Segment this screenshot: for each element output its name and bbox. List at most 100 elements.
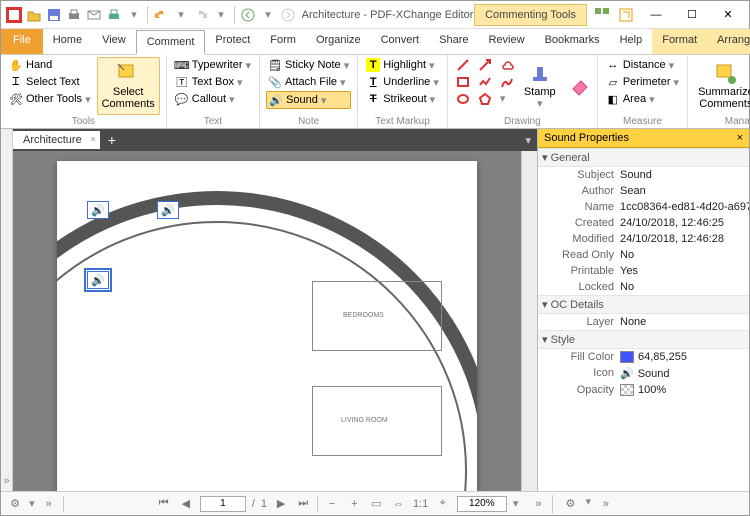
stamp-button[interactable]: Stamp▾ [520,57,560,115]
props-more-icon[interactable]: » [597,495,615,513]
tab-bookmarks[interactable]: Bookmarks [535,29,610,54]
area-button[interactable]: ◧Area ▾ [604,91,681,107]
highlight-button[interactable]: THighlight ▾ [364,57,441,73]
minimize-button[interactable]: — [641,5,671,25]
select-text-button[interactable]: ᏆSelect Text [7,74,93,90]
callout-button[interactable]: 💬Callout ▾ [173,91,253,107]
properties-close-icon[interactable]: × [737,132,743,144]
attach-file-button[interactable]: 📎Attach File ▾ [266,74,351,90]
close-button[interactable]: ✕ [713,5,743,25]
tab-view[interactable]: View [92,29,136,54]
section-style[interactable]: ▾ Style [538,330,749,349]
shape-line-button[interactable] [454,57,472,73]
nav-back-icon[interactable] [239,6,257,24]
prop-name[interactable]: 1cc08364-ed81-4d20-a6970f0520... [620,201,749,213]
redo-icon[interactable] [192,6,210,24]
zoom-in-icon[interactable]: + [346,495,362,513]
document-viewport[interactable]: BEDROOMS LIVING ROOM 🔊 🔊 🔊 [13,151,521,491]
scan-icon[interactable] [105,6,123,24]
zoom-input[interactable] [457,496,507,512]
sound-annotation[interactable]: 🔊 [87,201,109,219]
shape-dropdown-button[interactable]: ▾ [498,91,516,106]
save-icon[interactable] [45,6,63,24]
tab-comment[interactable]: Comment [136,30,206,55]
tab-form[interactable]: Form [260,29,306,54]
zoom-out-icon[interactable]: − [324,495,340,513]
prop-subject[interactable]: Sound [620,169,749,181]
document-tab[interactable]: Architecture× [13,131,100,149]
sticky-note-button[interactable]: 🗒Sticky Note ▾ [266,57,351,73]
ui-options-icon[interactable] [593,6,611,24]
tab-format[interactable]: Format [652,29,707,54]
summarize-comments-button[interactable]: Summarize Comments [694,57,750,115]
undo-icon[interactable] [152,6,170,24]
fit-width-icon[interactable]: ⇔ [390,495,406,513]
nav-back-dropdown-icon[interactable]: ▾ [259,6,277,24]
tab-arrange[interactable]: Arrange [707,29,750,54]
open-icon[interactable] [25,6,43,24]
tab-share[interactable]: Share [429,29,478,54]
prop-fill-color[interactable]: 64,85,255 [620,351,749,363]
qat-dropdown-icon[interactable]: ▾ [125,6,143,24]
options-gear-icon[interactable]: ⚙ [7,495,23,513]
prop-opacity[interactable]: 100% [620,384,749,396]
print-icon[interactable] [65,6,83,24]
page-next-icon[interactable]: ▶ [273,495,289,513]
nav-fwd-icon[interactable] [279,6,297,24]
email-icon[interactable] [85,6,103,24]
undo-dropdown-icon[interactable]: ▾ [172,6,190,24]
typewriter-button[interactable]: ⌨Typewriter ▾ [173,57,253,73]
sound-button[interactable]: 🔊Sound ▾ [266,91,351,109]
file-tab[interactable]: File [1,29,43,54]
shape-cloud-button[interactable] [498,57,516,73]
props-gear-icon[interactable]: ⚙ [561,495,579,513]
shape-arrow-button[interactable] [476,57,494,73]
tab-organize[interactable]: Organize [306,29,371,54]
sb-collapse-icon[interactable]: » [530,495,546,513]
launch-icon[interactable] [617,6,635,24]
perimeter-button[interactable]: ▱Perimeter ▾ [604,74,681,90]
prop-layer[interactable]: None [620,316,749,328]
tab-protect[interactable]: Protect [205,29,260,54]
fill-color-swatch[interactable] [620,351,634,363]
textbox-button[interactable]: 🅃Text Box ▾ [173,74,253,90]
maximize-button[interactable]: ☐ [677,5,707,25]
sound-annotation-selected[interactable]: 🔊 [87,271,109,289]
prop-author[interactable]: Sean [620,185,749,197]
tab-help[interactable]: Help [610,29,653,54]
shape-rect-button[interactable] [454,74,472,90]
eraser-button[interactable] [564,57,596,115]
shape-pencil-button[interactable] [498,74,516,90]
redo-dropdown-icon[interactable]: ▾ [212,6,230,24]
page-number-input[interactable] [200,496,246,512]
prop-readonly[interactable]: No [620,249,749,261]
vertical-scrollbar[interactable] [521,151,537,491]
shape-polyline-button[interactable] [476,74,494,90]
shape-polygon-button[interactable] [476,91,494,107]
section-oc[interactable]: ▾ OC Details [538,295,749,314]
page-last-icon[interactable]: ⏭ [295,495,311,513]
strikeout-button[interactable]: TStrikeout ▾ [364,91,441,107]
tab-overflow-icon[interactable]: ▾ [519,134,537,147]
hand-tool-button[interactable]: ✋Hand [7,57,93,73]
tab-review[interactable]: Review [478,29,534,54]
distance-button[interactable]: ↔Distance ▾ [604,57,681,73]
shape-oval-button[interactable] [454,91,472,107]
actual-size-icon[interactable]: 1:1 [413,495,429,513]
underline-button[interactable]: TUnderline ▾ [364,74,441,90]
tab-convert[interactable]: Convert [371,29,430,54]
prop-icon[interactable]: 🔊Sound [620,367,749,380]
zoom-selection-icon[interactable]: ⌖ [435,495,451,513]
tab-home[interactable]: Home [43,29,92,54]
page-prev-icon[interactable]: ◀ [178,495,194,513]
section-general[interactable]: ▾ General [538,148,749,167]
tab-close-icon[interactable]: × [90,134,95,144]
add-tab-button[interactable]: + [100,132,124,148]
page-first-icon[interactable]: ⏮ [156,495,172,513]
sound-annotation[interactable]: 🔊 [157,201,179,219]
left-pane-toggle[interactable]: » [1,129,13,491]
prop-printable[interactable]: Yes [620,265,749,277]
prop-locked[interactable]: No [620,281,749,293]
other-tools-button[interactable]: 🛠Other Tools ▾ [7,91,93,107]
sb-more-icon[interactable]: » [41,495,57,513]
